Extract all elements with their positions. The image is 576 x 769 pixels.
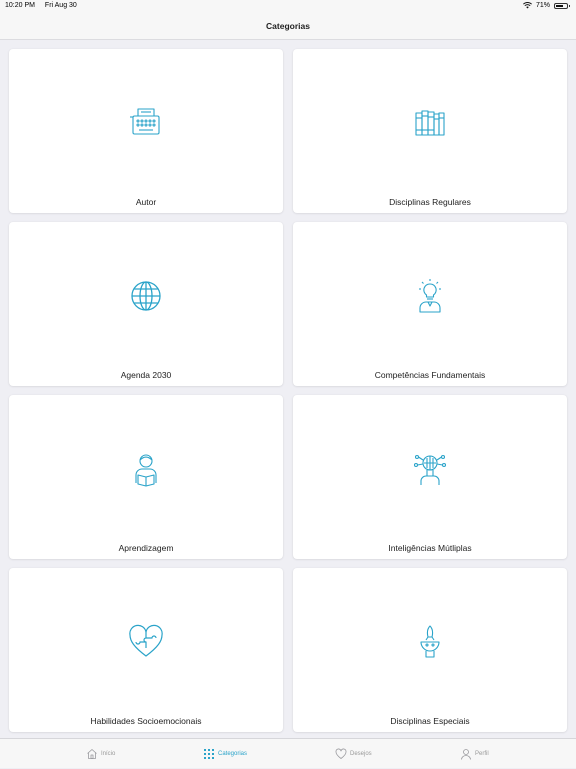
- status-time: 10:20 PM: [5, 2, 35, 9]
- books-icon: [415, 110, 445, 136]
- tab-perfil[interactable]: Perfil: [460, 739, 489, 769]
- category-card-agenda-2030[interactable]: Agenda 2030: [9, 222, 283, 386]
- category-label: Aprendizagem: [118, 543, 174, 553]
- category-card-aprendizagem[interactable]: Aprendizagem: [9, 395, 283, 559]
- status-bar: 10:20 PM Fri Aug 30 71%: [0, 0, 576, 12]
- category-card-competencias-fundamentais[interactable]: Competências Fundamentais: [293, 222, 567, 386]
- tab-bar: Início Categorias Desejos Perfil: [0, 738, 576, 768]
- category-card-inteligencias-multiplas[interactable]: Inteligências Mútliplas: [293, 395, 567, 559]
- tab-label: Desejos: [350, 751, 372, 757]
- tab-categorias[interactable]: Categorias: [203, 739, 247, 769]
- typewriter-icon: [130, 108, 160, 135]
- tab-inicio[interactable]: Início: [86, 739, 115, 769]
- heart-puzzle-icon: [129, 624, 163, 657]
- person-icon: [461, 749, 471, 760]
- tab-desejos[interactable]: Desejos: [335, 739, 372, 769]
- category-card-disciplinas-especiais[interactable]: Disciplinas Especiais: [293, 568, 567, 732]
- home-icon: [87, 749, 97, 759]
- page-title: Categorias: [266, 21, 310, 31]
- category-label: Disciplinas Especiais: [390, 716, 470, 726]
- lightbulb-person-icon: [419, 279, 441, 313]
- battery-percent: 71%: [535, 2, 550, 9]
- category-card-disciplinas-regulares[interactable]: Disciplinas Regulares: [293, 49, 567, 213]
- status-date: Fri Aug 30: [44, 2, 77, 9]
- wifi-icon: [523, 2, 532, 9]
- category-card-habilidades-socioemocionais[interactable]: Habilidades Socioemocionais: [9, 568, 283, 732]
- reading-person-icon: [135, 454, 157, 487]
- tab-label: Categorias: [218, 751, 248, 757]
- globe-icon: [131, 281, 161, 311]
- category-label: Competências Fundamentais: [374, 370, 486, 380]
- tab-label: Perfil: [475, 751, 489, 757]
- category-label: Inteligências Mútliplas: [388, 543, 472, 553]
- battery-icon: [554, 2, 570, 9]
- category-grid: Autor Disciplinas Regulares Agenda 2030: [0, 40, 576, 738]
- navigation-bar: Categorias: [0, 12, 576, 40]
- brain-network-icon: [413, 454, 447, 485]
- category-label: Disciplinas Regulares: [389, 197, 471, 207]
- grid-icon: [204, 749, 214, 759]
- category-label: Autor: [135, 197, 157, 207]
- category-card-autor[interactable]: Autor: [9, 49, 283, 213]
- category-label: Agenda 2030: [120, 370, 172, 380]
- tab-label: Início: [101, 751, 116, 757]
- rocket-head-icon: [420, 625, 440, 658]
- heart-icon: [335, 748, 347, 759]
- category-label: Habilidades Socioemocionais: [90, 716, 202, 726]
